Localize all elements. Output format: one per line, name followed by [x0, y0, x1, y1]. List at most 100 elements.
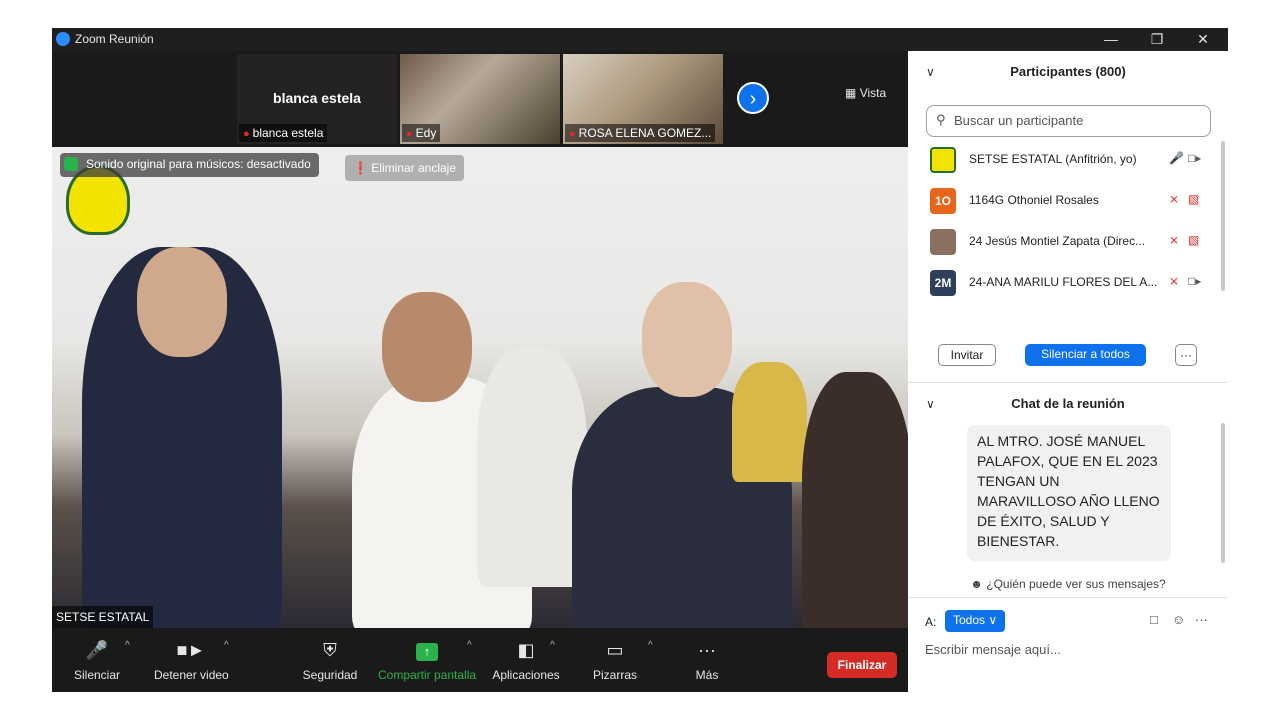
tile-name: ROSA ELENA GOMEZ... [578, 126, 712, 140]
chat-message: AL MTRO. JOSÉ MANUEL PALAFOX, QUE EN EL … [967, 425, 1171, 561]
side-panel: ∨ Participantes (800) ⚲ Buscar un partic… [908, 51, 1228, 692]
participant-name: 1164G Othoniel Rosales [969, 193, 1099, 207]
emoji-icon[interactable]: ☺ [1172, 612, 1185, 627]
chat-scrollbar[interactable] [1221, 423, 1225, 563]
gallery-strip: blanca estela ● blanca estela ● Edy ● ROSA … [52, 51, 908, 147]
chevron-down-icon: ∨ [988, 613, 998, 627]
person-icon: ☻ [970, 577, 983, 591]
more-button[interactable]: ··· Más [689, 638, 725, 682]
minimize-button[interactable]: — [1088, 28, 1134, 51]
participant-row[interactable]: SETSE ESTATAL (Anfitrión, yo) 🎤 □▸ [928, 139, 1208, 179]
participant-name: 24 Jesús Montiel Zapata (Direc... [969, 234, 1146, 248]
participant-row[interactable]: 24 Jesús Montiel Zapata (Direc... ⨯ ▧ [928, 221, 1208, 261]
security-button[interactable]: ⛨ Seguridad [302, 638, 358, 682]
unpin-button[interactable]: ❗ Eliminar anclaje [345, 155, 464, 181]
video-figure [802, 372, 908, 628]
chevron-down-icon[interactable]: ∨ [926, 51, 935, 93]
pin-icon: ❗ [353, 161, 368, 175]
shield-icon: ⛨ [323, 640, 337, 660]
mic-muted-icon: ● [569, 128, 576, 140]
tile-name: Edy [415, 126, 437, 140]
chat-message-input[interactable]: Escribir mensaje aquí... [925, 642, 1061, 657]
more-dots-icon[interactable]: ··· [1195, 612, 1208, 627]
grid-icon: ▦ [845, 86, 857, 100]
meeting-toolbar: 🎤 Silenciar ^ ■► Detener video ^ ⛨ Segur… [52, 628, 908, 692]
participant-search-input[interactable]: ⚲ Buscar un participante [926, 105, 1211, 137]
mute-label: Silenciar [74, 668, 121, 682]
invite-button[interactable]: Invitar [938, 344, 996, 366]
mute-options-caret-icon[interactable]: ^ [125, 640, 130, 651]
video-options-caret-icon[interactable]: ^ [224, 640, 229, 651]
tile-name-tag: ● Edy [402, 124, 441, 142]
zoom-window: Zoom Reunión — ❐ ✕ blanca estela ● blanca… [52, 28, 1228, 692]
mic-muted-icon[interactable]: ⨯ [1169, 192, 1179, 206]
mic-muted-icon[interactable]: ⨯ [1169, 274, 1179, 288]
video-camera-icon[interactable]: □▸ [1188, 151, 1201, 165]
video-off-icon[interactable]: ▧ [1188, 192, 1199, 206]
mute-button[interactable]: 🎤 Silenciar [74, 638, 120, 682]
share-screen-button[interactable]: ↑ Compartir pantalla [378, 638, 476, 682]
mute-all-button[interactable]: Silenciar a todos [1025, 344, 1146, 366]
video-off-icon[interactable]: ▧ [1188, 233, 1199, 247]
search-placeholder: Buscar un participante [954, 113, 1084, 128]
video-figure-head [382, 292, 472, 402]
chat-header: ∨ Chat de la reunión [908, 383, 1228, 425]
participant-name: 24-ANA MARILU FLORES DEL A... [969, 275, 1158, 289]
whiteboard-options-caret-icon[interactable]: ^ [648, 640, 653, 651]
security-label: Seguridad [302, 668, 358, 682]
participant-tile[interactable]: ● Edy [400, 54, 560, 144]
who-can-see-link[interactable]: ☻ ¿Quién puede ver sus mensajes? [908, 577, 1228, 591]
tile-name-tag: ● ROSA ELENA GOMEZ... [565, 124, 716, 142]
recipient-label: A: [925, 615, 937, 629]
share-screen-icon: ↑ [378, 638, 476, 664]
participant-tile[interactable]: blanca estela ● blanca estela [237, 54, 397, 144]
participants-header: ∨ Participantes (800) [908, 51, 1228, 93]
view-label: Vista [859, 86, 887, 100]
more-label: Más [695, 668, 719, 682]
chevron-down-icon[interactable]: ∨ [926, 383, 935, 425]
next-page-button[interactable]: › [737, 82, 769, 114]
divider [908, 597, 1228, 598]
search-icon: ⚲ [936, 112, 946, 127]
participants-more-button[interactable]: ··· [1175, 344, 1197, 366]
restore-button[interactable]: ❐ [1134, 28, 1180, 51]
file-icon[interactable]: □ [1150, 612, 1158, 627]
window-title: Zoom Reunión [75, 32, 154, 46]
mic-muted-icon[interactable]: ⨯ [1169, 233, 1179, 247]
avatar: 1O [930, 188, 956, 214]
whiteboards-button[interactable]: ▭ Pizarras [593, 638, 637, 682]
microphone-icon[interactable]: 🎤 [1169, 151, 1184, 165]
mic-muted-icon: ● [243, 128, 250, 140]
whiteboard-icon: ▭ [606, 640, 624, 660]
stop-video-label: Detener video [154, 668, 229, 682]
participant-row[interactable]: 1O 1164G Othoniel Rosales ⨯ ▧ [928, 180, 1208, 220]
who-can-see-label: ¿Quién puede ver sus mensajes? [986, 577, 1166, 591]
view-button[interactable]: ▦ Vista [845, 86, 886, 100]
end-meeting-button[interactable]: Finalizar [827, 652, 897, 678]
whiteboards-label: Pizarras [593, 668, 638, 682]
tile-name: blanca estela [252, 126, 324, 140]
recipient-select[interactable]: Todos ∨ [945, 610, 1006, 632]
tile-name-tag: ● blanca estela [239, 124, 328, 142]
participants-scrollbar[interactable] [1221, 141, 1225, 291]
video-figure [732, 362, 807, 482]
stop-video-button[interactable]: ■► Detener video [154, 638, 229, 682]
share-options-caret-icon[interactable]: ^ [467, 640, 472, 651]
participant-row[interactable]: 2M 24-ANA MARILU FLORES DEL A... ⨯ □▸ [928, 262, 1208, 302]
participant-tile[interactable]: ● ROSA ELENA GOMEZ... [563, 54, 723, 144]
video-figure [477, 347, 587, 587]
more-dots-icon: ··· [698, 640, 716, 660]
original-sound-badge: Sonido original para músicos: desactivad… [60, 153, 319, 177]
avatar: 2M [930, 270, 956, 296]
close-button[interactable]: ✕ [1180, 28, 1226, 51]
shield-icon [64, 157, 78, 171]
participants-title: Participantes (800) [1010, 64, 1126, 79]
title-bar: Zoom Reunión — ❐ ✕ [52, 28, 1228, 51]
share-screen-label: Compartir pantalla [378, 668, 477, 682]
apps-options-caret-icon[interactable]: ^ [550, 640, 555, 651]
apps-label: Aplicaciones [492, 668, 560, 682]
chat-title: Chat de la reunión [1011, 396, 1125, 411]
video-camera-icon[interactable]: □▸ [1188, 274, 1201, 288]
main-video[interactable]: Sonido original para músicos: desactivad… [52, 147, 908, 628]
avatar [930, 229, 956, 255]
